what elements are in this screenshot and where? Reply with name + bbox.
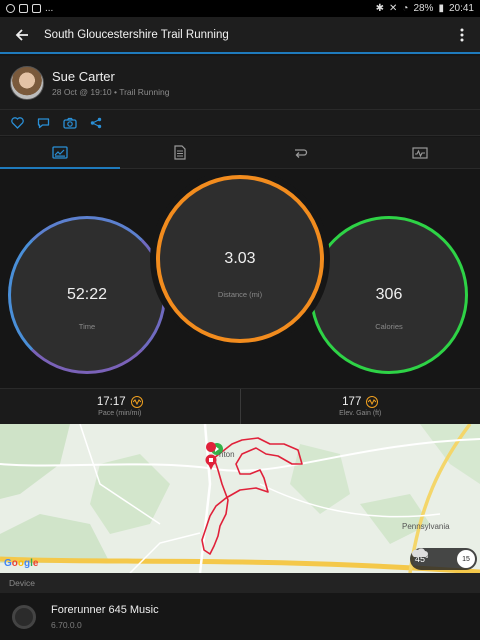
social-actions — [0, 110, 480, 136]
instagram-icon — [19, 4, 28, 13]
calories-label: Calories — [375, 322, 403, 331]
device-section-title: Device — [0, 573, 480, 593]
tab-details[interactable] — [120, 137, 240, 168]
time-ring[interactable]: 52:22 Time — [8, 216, 166, 374]
tab-overview[interactable] — [0, 137, 120, 169]
route-map[interactable]: nton Pennsylvania Google 45° 15 — [0, 424, 480, 573]
cloud-icon — [411, 548, 428, 557]
pace-chart-icon — [130, 396, 143, 408]
laps-icon — [295, 148, 308, 158]
activity-tabs — [0, 137, 480, 169]
google-attribution[interactable]: Google — [4, 558, 38, 569]
calories-value: 306 — [375, 286, 403, 303]
map-place-label: Pennsylvania — [402, 522, 450, 531]
device-version: 6.70.0.0 — [51, 619, 82, 630]
metrics-row: 17:17 Pace (min/mi) 177 Elev. Gain (ft) — [0, 388, 480, 424]
map-place-label: nton — [219, 450, 235, 459]
share-icon[interactable] — [90, 117, 102, 129]
page-title: South Gloucestershire Trail Running — [44, 28, 229, 41]
pace-value: 17:17 — [96, 396, 126, 408]
activity-owner: Sue Carter 28 Oct @ 19:10 • Trail Runnin… — [0, 56, 480, 110]
activity-meta: 28 Oct @ 19:10 • Trail Running — [52, 86, 170, 97]
elevation-label: Elev. Gain (ft) — [339, 410, 382, 417]
distance-label: Distance (mi) — [217, 290, 263, 299]
more-notifications: ... — [45, 3, 54, 14]
device-name: Forerunner 645 Music — [51, 603, 159, 616]
arrow-left-icon — [15, 28, 28, 41]
summary-stats: 52:22 Time 306 Calories 3.03 Distance (m… — [0, 170, 480, 388]
camera-icon[interactable] — [63, 117, 77, 129]
overflow-menu-button[interactable] — [444, 16, 480, 53]
back-button[interactable] — [0, 16, 44, 53]
battery-percent: 28% — [413, 3, 434, 14]
device-row[interactable]: Forerunner 645 Music 6.70.0.0 — [0, 593, 480, 640]
pace-metric[interactable]: 17:17 Pace (min/mi) — [0, 389, 240, 424]
watch-icon — [12, 597, 36, 634]
overview-icon — [52, 146, 68, 159]
distance-value: 3.03 — [224, 250, 256, 267]
battery-icon: ▮ — [438, 3, 444, 14]
avatar[interactable] — [10, 65, 44, 100]
clock: 20:41 — [448, 3, 474, 14]
tab-laps[interactable] — [240, 137, 360, 168]
tab-charts[interactable] — [360, 137, 480, 168]
status-bar: ... ✱ ✕ ◔ 28% ▮ 20:41 — [0, 0, 480, 17]
app-bar: South Gloucestershire Trail Running — [0, 17, 480, 54]
wifi-icon: ◔ — [402, 3, 409, 14]
weather-badge[interactable]: 45° 15 — [410, 548, 477, 570]
heart-icon[interactable] — [11, 116, 24, 129]
mute-icon: ✕ — [389, 3, 398, 14]
calories-ring[interactable]: 306 Calories — [310, 216, 468, 374]
more-vert-icon — [460, 28, 464, 41]
distance-ring[interactable]: 3.03 Distance (mi) — [156, 175, 324, 343]
elevation-value: 177 — [342, 396, 362, 408]
alert-icon — [6, 4, 15, 13]
elevation-metric[interactable]: 177 Elev. Gain (ft) — [239, 389, 480, 424]
user-name: Sue Carter — [52, 68, 115, 84]
comment-icon[interactable] — [37, 117, 50, 129]
time-value: 52:22 — [66, 286, 108, 303]
time-label: Time — [78, 322, 96, 331]
bluetooth-icon: ✱ — [375, 3, 384, 14]
instagram-icon — [32, 4, 41, 13]
pace-label: Pace (min/mi) — [98, 410, 142, 417]
wind-badge: 15 — [457, 550, 475, 568]
elevation-chart-icon — [366, 396, 379, 408]
map-canvas — [0, 424, 480, 573]
details-icon — [174, 145, 186, 160]
chart-icon — [412, 146, 428, 159]
